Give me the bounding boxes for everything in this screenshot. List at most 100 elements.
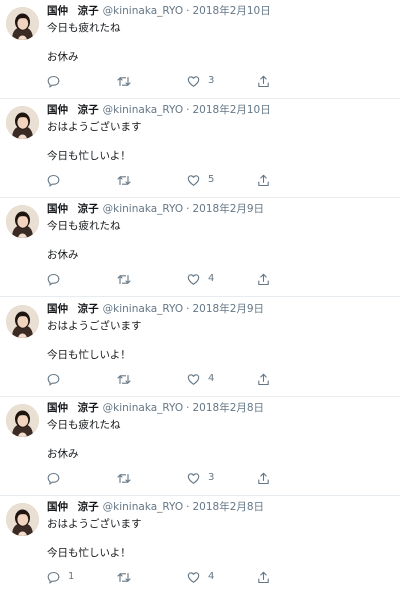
retweet-button[interactable] bbox=[117, 272, 139, 286]
share-button[interactable] bbox=[257, 372, 270, 386]
like-count: 4 bbox=[208, 373, 215, 384]
heart-icon bbox=[187, 472, 200, 484]
retweet-button[interactable] bbox=[117, 372, 139, 386]
tweet[interactable]: 国仲 涼子 @kininaka_RYO · 2018年2月8日 おはようございま… bbox=[0, 496, 400, 595]
like-count: 3 bbox=[208, 472, 215, 483]
share-button[interactable] bbox=[257, 272, 270, 286]
separator-dot: · bbox=[186, 203, 190, 215]
reply-button[interactable] bbox=[47, 173, 68, 187]
username[interactable]: @kininaka_RYO bbox=[103, 103, 183, 117]
like-button[interactable]: 3 bbox=[187, 74, 214, 88]
share-button[interactable] bbox=[257, 471, 270, 485]
reply-count: 1 bbox=[68, 571, 75, 582]
username[interactable]: @kininaka_RYO bbox=[103, 202, 183, 216]
heart-icon bbox=[187, 174, 200, 186]
retweet-icon bbox=[117, 274, 131, 284]
tweet-actions: 3 bbox=[47, 471, 277, 485]
share-button[interactable] bbox=[257, 570, 270, 584]
share-button[interactable] bbox=[257, 173, 270, 187]
tweet-actions: 4 bbox=[47, 372, 277, 386]
display-name[interactable]: 国仲 涼子 bbox=[47, 401, 99, 415]
share-icon bbox=[258, 472, 269, 484]
like-count: 5 bbox=[208, 174, 215, 185]
timestamp[interactable]: 2018年2月8日 bbox=[192, 401, 264, 415]
like-button[interactable]: 4 bbox=[187, 272, 214, 286]
tweet-actions: 4 bbox=[47, 272, 277, 286]
retweet-button[interactable] bbox=[117, 471, 139, 485]
like-button[interactable]: 3 bbox=[187, 471, 214, 485]
tweet-text-line-1: 今日も疲れたね bbox=[47, 419, 121, 431]
share-icon bbox=[258, 571, 269, 583]
like-button[interactable]: 4 bbox=[187, 372, 214, 386]
tweet-text-line-1: おはようございます bbox=[47, 121, 142, 133]
retweet-icon bbox=[117, 572, 131, 582]
tweet[interactable]: 国仲 涼子 @kininaka_RYO · 2018年2月9日 おはようございま… bbox=[0, 298, 400, 397]
tweet-header: 国仲 涼子 @kininaka_RYO · 2018年2月9日 bbox=[47, 202, 264, 216]
reply-icon bbox=[47, 373, 60, 386]
retweet-button[interactable] bbox=[117, 173, 139, 187]
share-icon bbox=[258, 75, 269, 87]
retweet-icon bbox=[117, 473, 131, 483]
heart-icon bbox=[187, 75, 200, 87]
tweet-header: 国仲 涼子 @kininaka_RYO · 2018年2月9日 bbox=[47, 302, 264, 316]
timestamp[interactable]: 2018年2月9日 bbox=[192, 302, 264, 316]
heart-icon bbox=[187, 571, 200, 583]
tweet[interactable]: 国仲 涼子 @kininaka_RYO · 2018年2月8日 今日も疲れたね … bbox=[0, 397, 400, 496]
avatar[interactable] bbox=[6, 7, 39, 40]
reply-icon bbox=[47, 472, 60, 485]
reply-button[interactable] bbox=[47, 272, 68, 286]
tweet-header: 国仲 涼子 @kininaka_RYO · 2018年2月10日 bbox=[47, 103, 271, 117]
reply-icon bbox=[47, 273, 60, 286]
display-name[interactable]: 国仲 涼子 bbox=[47, 202, 99, 216]
avatar[interactable] bbox=[6, 503, 39, 536]
avatar[interactable] bbox=[6, 106, 39, 139]
separator-dot: · bbox=[186, 5, 190, 17]
tweet-text-line-1: 今日も疲れたね bbox=[47, 22, 121, 34]
timestamp[interactable]: 2018年2月8日 bbox=[192, 500, 264, 514]
reply-button[interactable]: 1 bbox=[47, 570, 74, 584]
separator-dot: · bbox=[186, 104, 190, 116]
tweet[interactable]: 国仲 涼子 @kininaka_RYO · 2018年2月10日 おはようござい… bbox=[0, 99, 400, 198]
share-button[interactable] bbox=[257, 74, 270, 88]
username[interactable]: @kininaka_RYO bbox=[103, 401, 183, 415]
timestamp[interactable]: 2018年2月10日 bbox=[192, 4, 270, 18]
timestamp[interactable]: 2018年2月9日 bbox=[192, 202, 264, 216]
tweet-text-line-2: 今日も忙しいよ！ bbox=[47, 547, 131, 559]
separator-dot: · bbox=[186, 501, 190, 513]
share-icon bbox=[258, 373, 269, 385]
tweet-header: 国仲 涼子 @kininaka_RYO · 2018年2月10日 bbox=[47, 4, 271, 18]
share-icon bbox=[258, 273, 269, 285]
like-count: 3 bbox=[208, 75, 215, 86]
display-name[interactable]: 国仲 涼子 bbox=[47, 4, 99, 18]
avatar[interactable] bbox=[6, 205, 39, 238]
retweet-button[interactable] bbox=[117, 74, 139, 88]
reply-button[interactable] bbox=[47, 372, 68, 386]
timestamp[interactable]: 2018年2月10日 bbox=[192, 103, 270, 117]
username[interactable]: @kininaka_RYO bbox=[103, 4, 183, 18]
tweet-text-line-1: おはようございます bbox=[47, 320, 142, 332]
reply-icon bbox=[47, 174, 60, 187]
tweet[interactable]: 国仲 涼子 @kininaka_RYO · 2018年2月10日 今日も疲れたね… bbox=[0, 0, 400, 99]
like-button[interactable]: 4 bbox=[187, 570, 214, 584]
timeline: 国仲 涼子 @kininaka_RYO · 2018年2月10日 今日も疲れたね… bbox=[0, 0, 400, 595]
like-count: 4 bbox=[208, 273, 215, 284]
tweet[interactable]: 国仲 涼子 @kininaka_RYO · 2018年2月9日 今日も疲れたね … bbox=[0, 198, 400, 297]
reply-button[interactable] bbox=[47, 471, 68, 485]
username[interactable]: @kininaka_RYO bbox=[103, 500, 183, 514]
reply-button[interactable] bbox=[47, 74, 68, 88]
retweet-icon bbox=[117, 374, 131, 384]
avatar[interactable] bbox=[6, 305, 39, 338]
username[interactable]: @kininaka_RYO bbox=[103, 302, 183, 316]
tweet-text-line-1: 今日も疲れたね bbox=[47, 220, 121, 232]
display-name[interactable]: 国仲 涼子 bbox=[47, 103, 99, 117]
reply-icon bbox=[47, 75, 60, 88]
heart-icon bbox=[187, 373, 200, 385]
avatar[interactable] bbox=[6, 404, 39, 437]
display-name[interactable]: 国仲 涼子 bbox=[47, 500, 99, 514]
tweet-actions: 1 4 bbox=[47, 570, 277, 584]
tweet-header: 国仲 涼子 @kininaka_RYO · 2018年2月8日 bbox=[47, 500, 264, 514]
display-name[interactable]: 国仲 涼子 bbox=[47, 302, 99, 316]
like-button[interactable]: 5 bbox=[187, 173, 214, 187]
retweet-icon bbox=[117, 175, 131, 185]
retweet-button[interactable] bbox=[117, 570, 139, 584]
